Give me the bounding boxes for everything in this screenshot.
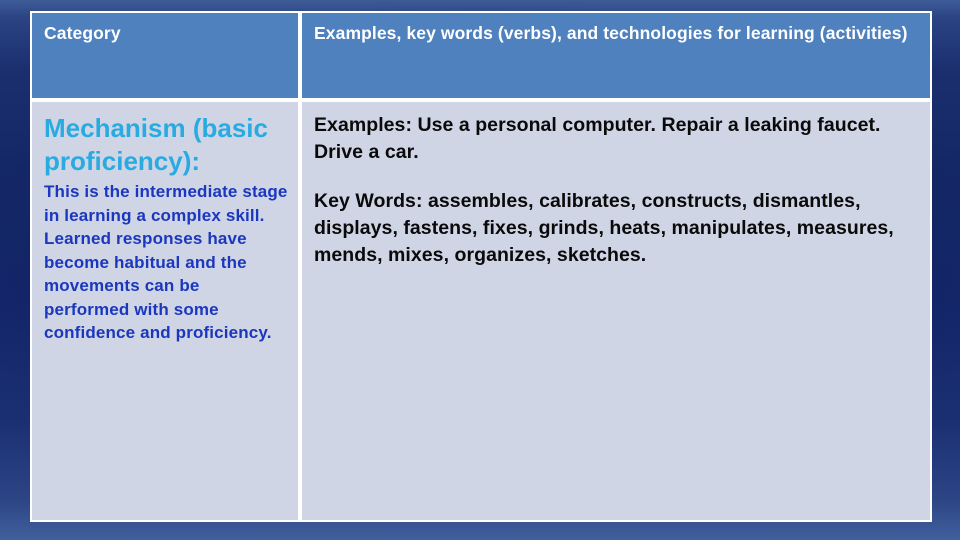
header-label-examples: Examples, key words (verbs), and technol… [314,23,908,43]
table-row: Mechanism (basic proficiency): This is t… [30,100,932,522]
examples-line: Examples: Use a personal computer. Repai… [314,114,881,163]
cell-examples-keywords: Examples: Use a personal computer. Repai… [300,100,932,522]
category-description: This is the intermediate stage in learni… [44,182,288,342]
header-cell-category: Category [30,11,300,100]
slide-canvas: Category Examples, key words (verbs), an… [0,0,960,540]
cell-category-mechanism: Mechanism (basic proficiency): This is t… [30,100,300,522]
header-cell-examples: Examples, key words (verbs), and technol… [300,11,932,100]
keywords-line: Key Words: assembles, calibrates, constr… [314,190,894,266]
category-examples-table: Category Examples, key words (verbs), an… [30,11,932,522]
header-label-category: Category [44,23,121,43]
table-header-row: Category Examples, key words (verbs), an… [30,11,932,100]
category-title: Mechanism (basic proficiency): [44,113,268,176]
